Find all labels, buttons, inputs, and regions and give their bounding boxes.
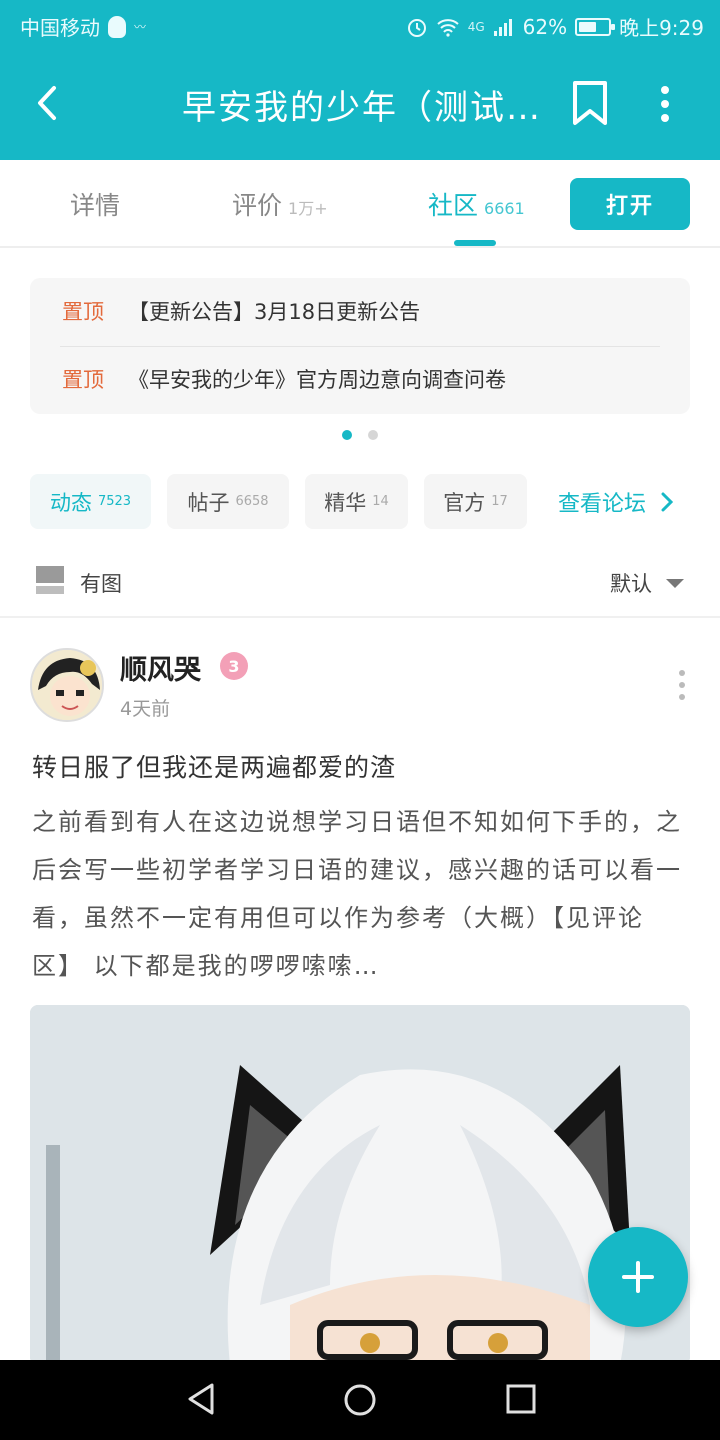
post-body[interactable]: 之前看到有人在这边说想学习日语但不知如何下手的，之后会写一些初学者学习日语的建议…: [32, 798, 692, 990]
post-title[interactable]: 转日服了但我还是两遍都爱的渣: [32, 748, 396, 784]
tab-indicator: [454, 240, 496, 246]
header: 早安我的少年（测试…: [0, 50, 720, 160]
alarm-icon: [407, 18, 426, 37]
plus-icon: [622, 1261, 654, 1293]
filter-dynamic[interactable]: 动态 7523: [30, 474, 151, 529]
bookmark-icon[interactable]: [570, 80, 610, 126]
tab-details[interactable]: 详情: [70, 186, 120, 222]
dropdown-triangle-icon: [666, 578, 684, 588]
clock: 晚上9:29: [619, 16, 704, 40]
image-filter-icon[interactable]: [36, 566, 64, 594]
nav-back-icon[interactable]: [186, 1382, 216, 1416]
pinned-item[interactable]: 置顶 《早安我的少年》官方周边意向调查问卷: [62, 354, 506, 404]
nav-recent-apps-icon[interactable]: [506, 1384, 536, 1414]
filter-label: 动态: [49, 490, 92, 515]
avatar[interactable]: [30, 648, 104, 722]
tab-bar: 详情 评价 1万+ 社区 6661 打开: [0, 160, 720, 248]
notification-icon: 〰: [134, 20, 147, 34]
post-image[interactable]: [30, 1005, 690, 1365]
add-post-button[interactable]: [588, 1227, 688, 1327]
filter-label: 官方: [443, 490, 486, 515]
wifi-icon: [437, 18, 459, 37]
filter-count: 14: [372, 494, 389, 509]
tab-label: 评价: [232, 191, 283, 220]
filter-count: 17: [491, 494, 508, 509]
pinned-text: 《早安我的少年》官方周边意向调查问卷: [128, 368, 506, 392]
signal-icon: [493, 18, 512, 36]
divider: [60, 346, 660, 347]
filter-featured[interactable]: 精华 14: [305, 474, 408, 529]
pinned-tag: 置顶: [62, 368, 104, 392]
filter-count: 7523: [97, 494, 132, 509]
qq-icon: [108, 15, 126, 38]
tab-count: 6661: [484, 199, 525, 218]
filter-official[interactable]: 官方 17: [424, 474, 527, 529]
network-type: 4G: [467, 19, 485, 34]
carousel-dot: [368, 430, 378, 440]
status-bar: 中国移动 〰 4G 62% 晚上9:29: [0, 0, 720, 50]
battery-icon: [575, 17, 616, 36]
sort-bar: 有图 默认: [0, 548, 720, 618]
pinned-item[interactable]: 置顶 【更新公告】3月18日更新公告: [62, 286, 420, 336]
level-badge: 3: [220, 652, 248, 680]
post-more-icon[interactable]: [672, 668, 692, 702]
more-vertical-icon[interactable]: [650, 84, 680, 124]
carousel-dot-active: [342, 430, 352, 440]
forum-link-label: 查看论坛: [558, 492, 647, 517]
open-button[interactable]: 打开: [570, 178, 690, 230]
post-username[interactable]: 顺风哭: [120, 648, 201, 687]
tab-community[interactable]: 社区 6661: [428, 186, 525, 222]
has-image-toggle[interactable]: 有图: [80, 568, 122, 598]
view-forum-link[interactable]: 查看论坛: [558, 486, 674, 518]
sort-label: 默认: [610, 572, 652, 596]
nav-home-icon[interactable]: [344, 1384, 376, 1416]
tab-label: 社区: [428, 191, 479, 220]
carousel-dots: [342, 430, 378, 440]
pinned-notices: 置顶 【更新公告】3月18日更新公告 置顶 《早安我的少年》官方周边意向调查问卷: [30, 278, 690, 414]
tab-count: 1万+: [288, 199, 328, 218]
back-arrow-icon[interactable]: [28, 78, 68, 128]
page-title: 早安我的少年（测试…: [182, 88, 542, 128]
filter-posts[interactable]: 帖子 6658: [167, 474, 289, 529]
avatar-image: [32, 650, 102, 720]
chevron-right-icon: [661, 492, 674, 512]
app-bar: 中国移动 〰 4G 62% 晚上9:29 早安我的少年（测试…: [0, 0, 720, 160]
filter-label: 精华: [324, 490, 367, 515]
post-time: 4天前: [120, 698, 171, 720]
pinned-tag: 置顶: [62, 300, 104, 324]
carrier-label: 中国移动: [20, 16, 100, 40]
battery-percent: 62%: [522, 14, 568, 39]
tab-reviews[interactable]: 评价 1万+: [232, 186, 328, 222]
filter-label: 帖子: [187, 490, 230, 515]
system-nav-bar: [0, 1360, 720, 1440]
sort-dropdown[interactable]: 默认: [610, 568, 684, 598]
filter-count: 6658: [235, 494, 269, 509]
pinned-text: 【更新公告】3月18日更新公告: [128, 300, 421, 324]
tab-label: 详情: [70, 191, 121, 220]
anime-illustration: [30, 1005, 690, 1365]
